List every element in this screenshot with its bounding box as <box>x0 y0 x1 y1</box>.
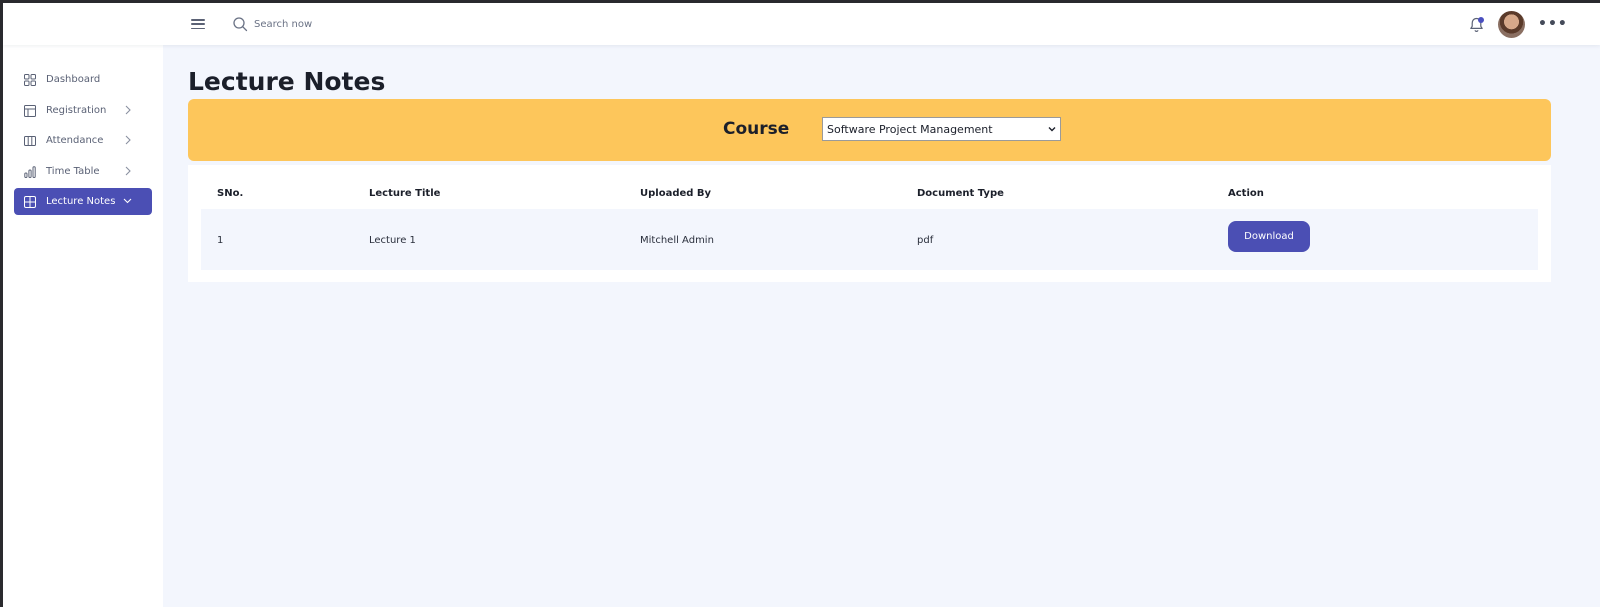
registration-icon <box>24 104 36 117</box>
course-filter-bar: Course Software Project Management <box>188 99 1551 161</box>
sidebar-item-lecture-notes[interactable]: Lecture Notes <box>14 188 152 215</box>
cell-uploaded-by: Mitchell Admin <box>640 235 714 246</box>
search-bar <box>232 15 454 33</box>
column-header-uploaded-by: Uploaded By <box>640 188 712 199</box>
lecture-notes-table: SNo. Lecture Title Uploaded By Document … <box>188 165 1551 282</box>
column-header-document-type: Document Type <box>917 188 1004 199</box>
sidebar-item-label: Lecture Notes <box>46 196 116 207</box>
sidebar-item-label: Time Table <box>46 166 100 177</box>
top-bar: ••• <box>3 3 1600 45</box>
column-header-action: Action <box>1228 188 1264 199</box>
download-button[interactable]: Download <box>1228 221 1310 252</box>
course-label: Course <box>723 119 790 139</box>
page-title: Lecture Notes <box>188 67 386 96</box>
sidebar-item-registration[interactable]: Registration <box>14 97 152 124</box>
grid-icon <box>24 195 36 208</box>
sidebar-item-attendance[interactable]: Attendance <box>14 127 152 154</box>
chevron-down-icon <box>123 198 132 204</box>
chevron-down-icon <box>1048 127 1056 132</box>
chevron-right-icon <box>125 166 131 176</box>
sidebar-item-label: Registration <box>46 105 107 116</box>
chevron-right-icon <box>125 105 131 115</box>
cell-lecture-title: Lecture 1 <box>369 235 416 246</box>
cell-document-type: pdf <box>917 235 934 246</box>
search-icon[interactable] <box>232 16 249 33</box>
chevron-right-icon <box>125 135 131 145</box>
more-icon[interactable]: ••• <box>1538 16 1568 32</box>
avatar[interactable] <box>1498 11 1525 38</box>
cell-sno: 1 <box>217 235 224 246</box>
search-input[interactable] <box>254 15 454 33</box>
sidebar: Dashboard Registration Attendance Time T… <box>3 45 163 607</box>
sidebar-item-label: Dashboard <box>46 74 101 85</box>
bell-icon[interactable] <box>1468 16 1485 34</box>
course-select-value: Software Project Management <box>827 122 993 136</box>
sidebar-item-dashboard[interactable]: Dashboard <box>14 66 152 93</box>
sidebar-item-label: Attendance <box>46 135 104 146</box>
column-header-lecture-title: Lecture Title <box>369 188 441 199</box>
menu-icon[interactable] <box>191 17 205 31</box>
chart-icon <box>24 165 36 178</box>
attendance-icon <box>24 135 36 146</box>
table-row: 1 Lecture 1 Mitchell Admin pdf Download <box>201 209 1538 270</box>
notification-dot <box>1478 17 1484 23</box>
dashboard-icon <box>24 73 36 86</box>
column-header-sno: SNo. <box>217 188 244 199</box>
app-window: ••• Dashboard Registration <box>3 3 1600 607</box>
course-select[interactable]: Software Project Management <box>822 117 1061 141</box>
sidebar-item-time-table[interactable]: Time Table <box>14 158 152 185</box>
